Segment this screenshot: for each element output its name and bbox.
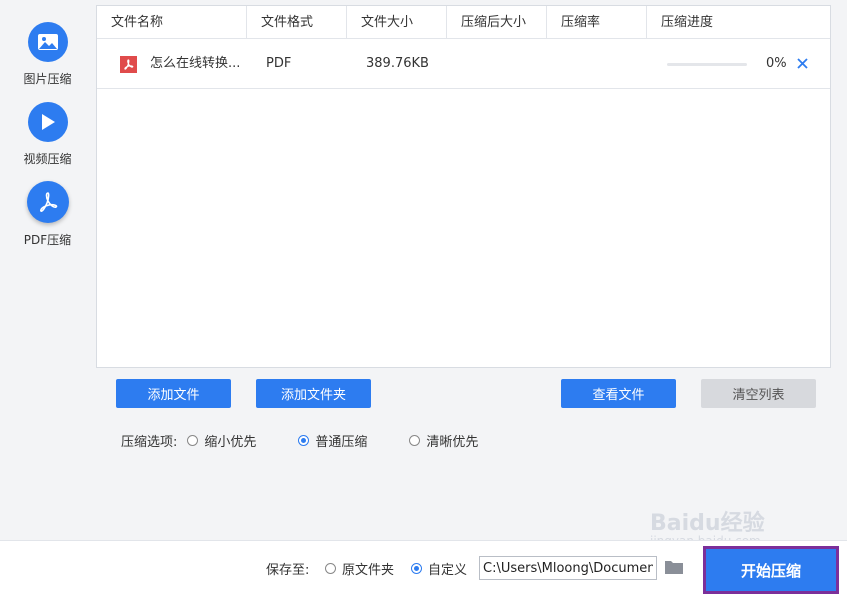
progress-percent: 0% bbox=[766, 56, 787, 71]
footer-bar: 保存至: 原文件夹 自定义 开始压缩 bbox=[0, 540, 847, 597]
sidebar-item-label: 图片压缩 bbox=[23, 72, 72, 86]
sidebar-item-image-compress[interactable]: 图片压缩 bbox=[0, 22, 95, 87]
column-header-compression-ratio: 压缩率 bbox=[547, 6, 647, 39]
compression-options: 压缩选项: 缩小优先 普通压缩 清晰优先 bbox=[121, 430, 478, 450]
option-label: 缩小优先 bbox=[204, 434, 257, 450]
table-header: 文件名称 文件格式 文件大小 压缩后大小 压缩率 压缩进度 bbox=[97, 6, 830, 39]
pdf-icon bbox=[26, 181, 69, 223]
save-original-folder-option[interactable]: 原文件夹 bbox=[325, 559, 394, 578]
file-list-panel: 文件名称 文件格式 文件大小 压缩后大小 压缩率 压缩进度 怎么在线转换... … bbox=[96, 5, 831, 368]
add-file-button[interactable]: 添加文件 bbox=[116, 379, 231, 408]
pdf-file-icon bbox=[120, 56, 137, 73]
view-files-button[interactable]: 查看文件 bbox=[561, 379, 676, 408]
progress-bar bbox=[667, 63, 747, 66]
add-folder-button[interactable]: 添加文件夹 bbox=[256, 379, 371, 408]
remove-file-button[interactable] bbox=[793, 54, 811, 74]
option-clarity-first[interactable]: 清晰优先 bbox=[409, 431, 478, 450]
sidebar: 图片压缩 视频压缩 PDF压缩 bbox=[0, 0, 95, 540]
table-row[interactable]: 怎么在线转换... PDF 389.76KB 0% bbox=[97, 39, 830, 89]
column-header-progress: 压缩进度 bbox=[661, 15, 714, 30]
save-path-input[interactable] bbox=[479, 556, 657, 580]
radio-button-checked[interactable] bbox=[298, 434, 310, 446]
option-label: 自定义 bbox=[428, 563, 468, 578]
file-format-cell: PDF bbox=[266, 56, 292, 71]
compression-options-label: 压缩选项: bbox=[121, 434, 178, 450]
column-header-file-size: 文件大小 bbox=[347, 6, 447, 39]
clear-list-button[interactable]: 清空列表 bbox=[701, 379, 816, 408]
sidebar-item-pdf-compress[interactable]: PDF压缩 bbox=[0, 181, 95, 248]
start-compress-button[interactable]: 开始压缩 bbox=[703, 546, 839, 594]
file-name-cell: 怎么在线转换... bbox=[150, 56, 241, 71]
folder-icon bbox=[665, 561, 683, 574]
sidebar-item-label: PDF压缩 bbox=[23, 233, 72, 247]
sidebar-item-video-compress[interactable]: 视频压缩 bbox=[0, 102, 95, 167]
radio-button[interactable] bbox=[187, 434, 199, 446]
sidebar-item-label: 视频压缩 bbox=[23, 152, 72, 166]
radio-button-checked[interactable] bbox=[411, 563, 422, 574]
option-label: 普通压缩 bbox=[315, 434, 368, 450]
column-header-compressed-size: 压缩后大小 bbox=[447, 6, 547, 39]
radio-button[interactable] bbox=[325, 563, 336, 574]
save-custom-option[interactable]: 自定义 bbox=[411, 559, 467, 578]
save-to-label: 保存至: bbox=[266, 563, 310, 578]
option-label: 清晰优先 bbox=[426, 434, 479, 450]
column-header-file-name: 文件名称 bbox=[97, 6, 247, 39]
column-header-file-format: 文件格式 bbox=[247, 6, 347, 39]
play-icon bbox=[27, 102, 68, 142]
option-smaller-first[interactable]: 缩小优先 bbox=[187, 431, 256, 450]
close-icon bbox=[796, 58, 808, 69]
radio-button[interactable] bbox=[409, 434, 421, 446]
file-size-cell: 389.76KB bbox=[366, 56, 429, 71]
image-icon bbox=[27, 22, 68, 62]
option-normal-compress[interactable]: 普通压缩 bbox=[298, 431, 367, 450]
watermark-text: Baidu经验 bbox=[650, 511, 765, 536]
browse-folder-button[interactable] bbox=[664, 558, 684, 576]
option-label: 原文件夹 bbox=[342, 563, 395, 578]
